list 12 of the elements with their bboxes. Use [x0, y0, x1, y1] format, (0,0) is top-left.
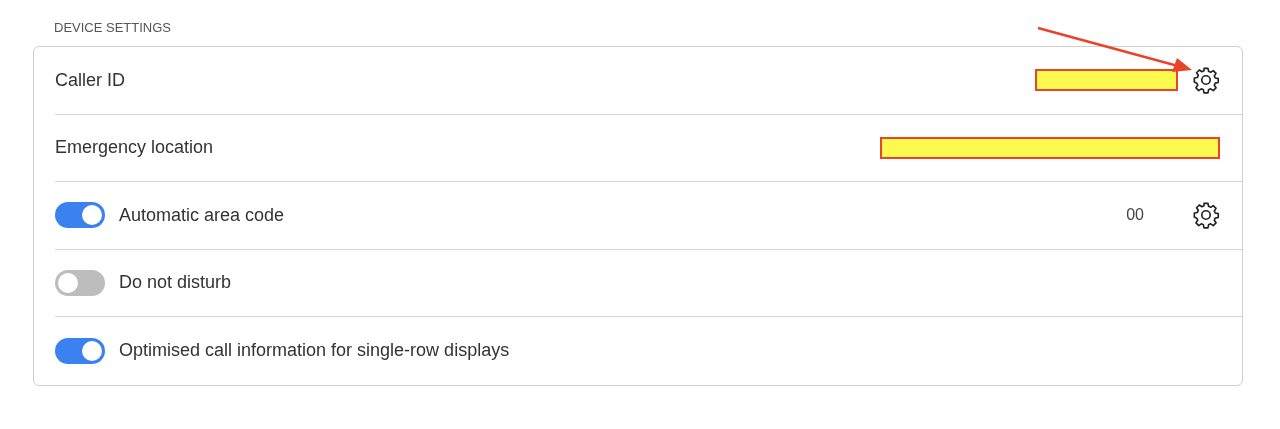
section-title: DEVICE SETTINGS [54, 19, 173, 37]
toggle-switch[interactable] [55, 337, 105, 364]
setting-label: Optimised call information for single-row displays [119, 339, 510, 363]
setting-label: Caller ID [55, 68, 125, 92]
settings-icon[interactable] [1192, 66, 1220, 95]
settings-icon[interactable] [1192, 201, 1220, 230]
setting-label: Automatic area code [119, 203, 285, 227]
toggle-switch[interactable] [55, 202, 105, 229]
setting-label: Emergency location [55, 136, 214, 160]
setting-value: 00 [1126, 205, 1144, 226]
setting-label: Do not disturb [119, 271, 232, 295]
toggle-switch[interactable] [55, 269, 105, 296]
